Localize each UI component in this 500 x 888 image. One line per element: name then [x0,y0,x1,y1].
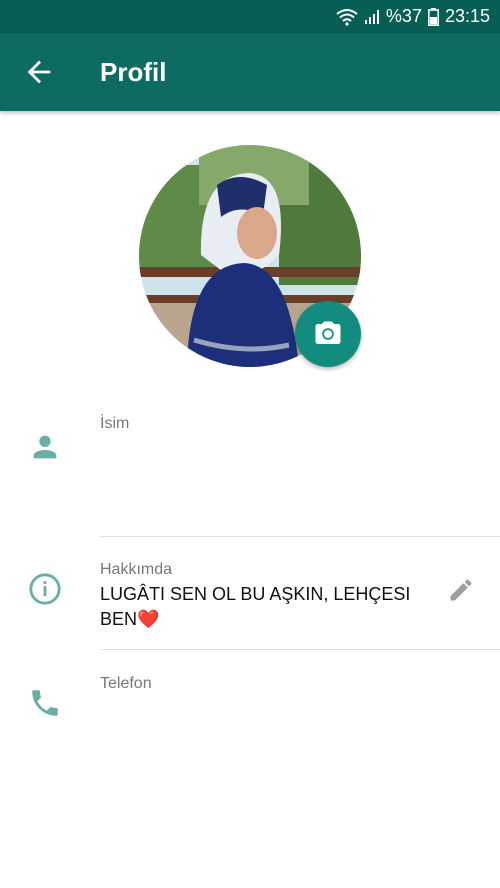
about-label: Hakkımda [100,561,173,578]
back-button[interactable] [22,55,56,89]
camera-icon [315,321,341,344]
name-field[interactable] [100,440,480,500]
wifi-icon [336,8,358,26]
status-bar: %37 23:15 [0,0,500,33]
change-photo-button[interactable] [295,301,361,367]
battery-icon [427,7,439,26]
info-icon [29,573,61,605]
app-bar: Profil [0,33,500,111]
person-icon [33,435,57,459]
phone-icon [32,690,58,716]
page-title: Profil [100,57,167,87]
heart-emoji: ❤️ [137,609,160,629]
name-label: İsim [100,415,130,432]
about-text-line1: LUGÂTI SEN OL BU AŞKIN, LEHÇESI [100,584,411,604]
clock: 23:15 [444,6,490,26]
status-icons: %37 23:15 [336,0,490,33]
phone-field[interactable] [100,698,480,738]
about-text-line2: BEN [100,609,138,629]
about-value[interactable]: LUGÂTI SEN OL BU AŞKIN, LEHÇESI BEN❤️ [100,582,410,632]
battery-percent: %37 [385,6,422,26]
divider [100,536,500,537]
phone-label: Telefon [100,675,152,692]
signal-icon [364,9,379,24]
edit-about-button[interactable] [447,576,475,604]
divider [100,649,500,650]
